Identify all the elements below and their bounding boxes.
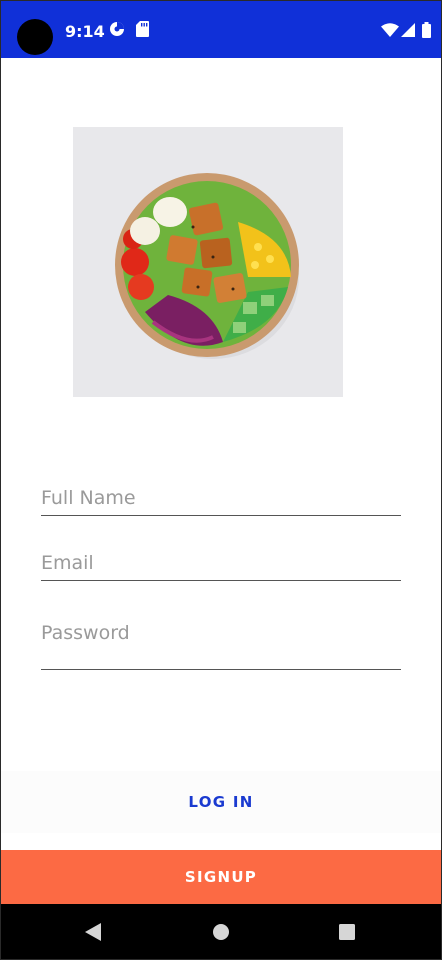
app-screen: 9:14 Full Name Email LOG IN SIGNUP xyxy=(0,0,442,960)
data-saver-icon xyxy=(110,22,124,36)
email-input[interactable] xyxy=(41,552,401,574)
password-input[interactable] xyxy=(41,622,401,644)
wifi-icon xyxy=(381,23,399,37)
full-name-field[interactable] xyxy=(41,487,401,516)
status-bar: 9:14 xyxy=(1,1,441,58)
full-name-input[interactable] xyxy=(41,487,401,509)
signup-button[interactable]: SIGNUP xyxy=(1,850,441,904)
salad-bowl-photo xyxy=(73,127,343,397)
login-area: LOG IN xyxy=(1,771,441,833)
battery-icon xyxy=(422,22,431,38)
status-time: 9:14 xyxy=(65,22,105,41)
password-field[interactable] xyxy=(41,622,401,670)
camera-dot-icon xyxy=(17,19,53,55)
login-button[interactable]: LOG IN xyxy=(1,771,441,833)
navigation-bar xyxy=(1,904,441,959)
sd-card-icon xyxy=(136,21,149,37)
home-icon[interactable] xyxy=(212,923,230,941)
cellular-signal-icon xyxy=(401,23,415,37)
back-icon[interactable] xyxy=(84,923,102,941)
email-field[interactable] xyxy=(41,552,401,581)
recents-icon[interactable] xyxy=(339,924,355,940)
